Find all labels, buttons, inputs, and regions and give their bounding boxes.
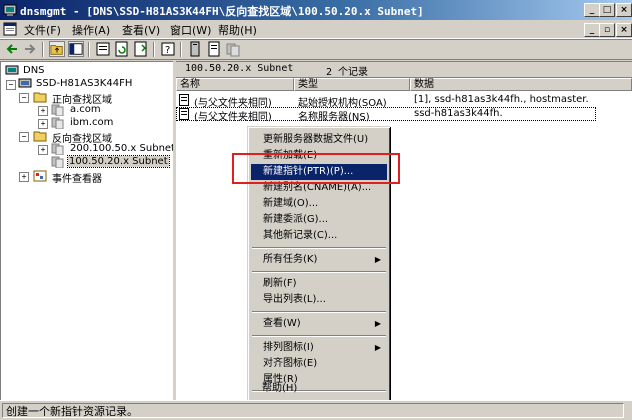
menu-action[interactable]: 操作(A) [72, 22, 110, 38]
doc-close-button[interactable]: × [616, 23, 632, 37]
menu-item-line-up-icons[interactable]: 对齐图标(E) [251, 356, 387, 372]
zone-icon [51, 117, 64, 129]
pane-title: 100.50.20.x Subnet [185, 63, 294, 74]
record-icon [179, 108, 189, 120]
menu-separator [252, 247, 386, 249]
maximize-button[interactable]: □ [599, 3, 615, 17]
zone-icon [51, 156, 64, 168]
column-header-type[interactable]: 类型 [294, 78, 410, 91]
menu-file[interactable]: 文件(F) [24, 22, 61, 38]
close-button[interactable]: × [616, 3, 632, 17]
annotation-highlight-box [232, 153, 400, 184]
table-row-selected[interactable]: (与父文件夹相同) 名称服务器(NS) ssd-h81as3k44fh. [176, 107, 596, 123]
collapse-toggle[interactable]: − [6, 80, 16, 90]
menu-item-refresh[interactable]: 刷新(F) [251, 276, 387, 292]
expand-toggle[interactable]: + [38, 106, 48, 116]
event-viewer-icon [33, 170, 47, 182]
folder-icon [33, 131, 47, 142]
record-icon [179, 94, 189, 106]
menu-item-export-list[interactable]: 导出列表(L)... [251, 292, 387, 308]
title-bar[interactable]: dnsmgmt - [DNS\SSD-H81AS3K44FH\反向查找区域\10… [0, 0, 632, 20]
zone-icon [51, 104, 64, 116]
refresh-icon[interactable] [114, 41, 130, 57]
menu-separator [252, 311, 386, 313]
menu-item-new-delegation[interactable]: 新建委派(G)... [251, 212, 387, 228]
menu-item-new-domain[interactable]: 新建域(O)... [251, 196, 387, 212]
menu-window[interactable]: 窗口(W) [170, 22, 211, 38]
status-bar: 创建一个新指针资源记录。 [0, 400, 632, 420]
up-folder-icon[interactable] [49, 41, 65, 57]
forward-arrow-icon[interactable] [22, 41, 38, 57]
collapse-toggle[interactable]: − [19, 93, 29, 103]
expand-toggle[interactable]: + [19, 172, 29, 182]
menu-item-other-new-records[interactable]: 其他新记录(C)... [251, 228, 387, 244]
submenu-arrow-icon: ▶ [374, 319, 381, 328]
folder-icon [33, 92, 47, 103]
properties-icon[interactable] [95, 41, 111, 57]
menu-view[interactable]: 查看(V) [122, 22, 160, 38]
menu-item-arrange-icons[interactable]: 排列图标(I) ▶ [251, 340, 387, 356]
baidu-watermark-logo: Baidu 经验 jingyan.baidu.com [480, 369, 592, 400]
help-icon[interactable]: ? [160, 41, 176, 57]
console-doc-icon[interactable] [3, 22, 17, 36]
table-row[interactable]: (与父文件夹相同) 起始授权机构(SOA) [1], ssd-h81as3k44… [176, 93, 632, 109]
column-header-name[interactable]: 名称 [176, 78, 294, 91]
show-hide-tree-icon[interactable] [68, 41, 84, 57]
menu-separator [252, 271, 386, 273]
submenu-arrow-icon: ▶ [374, 343, 381, 352]
window-title: dnsmgmt - [DNS\SSD-H81AS3K44FH\反向查找区域\10… [20, 5, 424, 18]
submenu-arrow-icon: ▶ [374, 255, 381, 264]
dns-app-icon [3, 4, 17, 16]
console-tree: DNS − SSD-H81AS3K44FH − 正向查找区域 + a.com +… [0, 61, 173, 400]
menu-help[interactable]: 帮助(H) [218, 22, 257, 38]
menu-item-all-tasks[interactable]: 所有任务(K) ▶ [251, 252, 387, 268]
menu-separator [252, 335, 386, 337]
doc-restore-button[interactable]: ▫ [599, 23, 615, 37]
server-icon [18, 78, 32, 88]
back-arrow-icon[interactable] [4, 41, 20, 57]
column-header-data[interactable]: 数据 [410, 78, 632, 91]
doc-minimize-button[interactable]: _ [584, 23, 600, 37]
menu-bar: 文件(F) 操作(A) 查看(V) 窗口(W) 帮助(H) _ ▫ × [0, 20, 632, 39]
result-pane-header: 100.50.20.x Subnet 2 个记录 [176, 62, 632, 78]
menu-item-view[interactable]: 查看(W) ▶ [251, 316, 387, 332]
zone-icon[interactable] [225, 41, 241, 57]
server-icon[interactable] [187, 41, 203, 57]
record-icon[interactable] [206, 41, 222, 57]
menu-item-help[interactable]: 帮助(H) [250, 381, 386, 397]
svg-text:?: ? [165, 45, 170, 56]
export-list-icon[interactable] [133, 41, 149, 57]
record-count: 2 个记录 [326, 67, 369, 78]
menu-item-update-server-data-file[interactable]: 更新服务器数据文件(U) [251, 132, 387, 148]
result-pane: 100.50.20.x Subnet 2 个记录 名称 类型 数据 (与父文件夹… [176, 61, 632, 400]
status-text: 创建一个新指针资源记录。 [2, 403, 624, 418]
minimize-button[interactable]: _ [584, 3, 600, 17]
collapse-toggle[interactable]: − [19, 132, 29, 142]
dns-icon [5, 65, 19, 75]
zone-icon [51, 143, 64, 155]
expand-toggle[interactable]: + [38, 119, 48, 129]
expand-toggle[interactable]: + [38, 145, 48, 155]
toolbar: ? [0, 39, 632, 60]
